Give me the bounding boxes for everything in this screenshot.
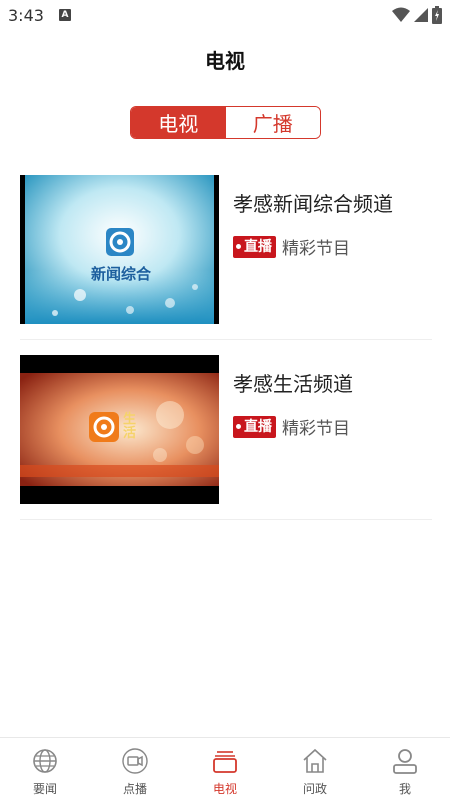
globe-icon [33,749,57,773]
channel-name: 孝感新闻综合频道 [233,192,393,216]
channel-meta: 直播 精彩节目 [233,234,350,259]
tv-icon [213,751,237,773]
signal-icon [414,8,428,22]
live-label: 直播 [244,418,272,435]
program-label: 精彩节目 [282,419,350,439]
channel-thumbnail: 新闻综合 [20,175,219,324]
channel-name: 孝感生活频道 [233,372,353,396]
wifi-icon [392,7,410,22]
tab-me[interactable]: 我 [360,738,450,801]
live-dot-icon [236,244,241,249]
live-dot-icon [236,424,241,429]
segment-radio[interactable]: 广播 [225,107,320,138]
channel-item[interactable]: 新闻综合 孝感新闻综合频道 直播 精彩节目 [20,160,432,340]
program-label: 精彩节目 [282,239,350,259]
bottom-tab-bar: 要闻 点播 电视 问政 我 [0,737,450,801]
channel-item[interactable]: 生活 孝感生活频道 直播 精彩节目 [20,340,432,520]
home-icon [303,748,327,773]
status-icons [392,6,442,24]
video-camera-icon [122,748,148,774]
tab-label: 要闻 [32,782,57,796]
live-label: 直播 [244,238,272,255]
live-badge: 直播 [233,235,276,258]
person-icon [393,749,417,774]
channel-list: 新闻综合 孝感新闻综合频道 直播 精彩节目 生活 孝感生活频道 直播 精彩节目 [20,160,432,520]
tab-label: 点播 [122,782,147,796]
status-bar: 3:43 A [0,0,450,32]
channel-meta: 直播 精彩节目 [233,414,350,439]
segment-tv[interactable]: 电视 [131,107,226,138]
channel-logo-text: 生活 [123,412,137,441]
channel-thumbnail: 生活 [20,355,219,504]
tab-tv[interactable]: 电视 [180,738,270,801]
tv-radio-switch: 电视 广播 [130,106,321,139]
status-time: 3:43 [8,6,44,25]
tab-vod[interactable]: 点播 [90,738,180,801]
channel-logo-text: 新闻综合 [90,265,151,283]
tab-news[interactable]: 要闻 [0,738,90,801]
notification-icon: A [59,9,71,21]
battery-icon [432,6,442,24]
tab-label: 电视 [212,782,237,796]
page-title: 电视 [205,49,245,73]
tab-label: 我 [398,782,411,796]
tab-politics[interactable]: 问政 [270,738,360,801]
tab-label: 问政 [302,782,327,796]
live-badge: 直播 [233,415,276,438]
